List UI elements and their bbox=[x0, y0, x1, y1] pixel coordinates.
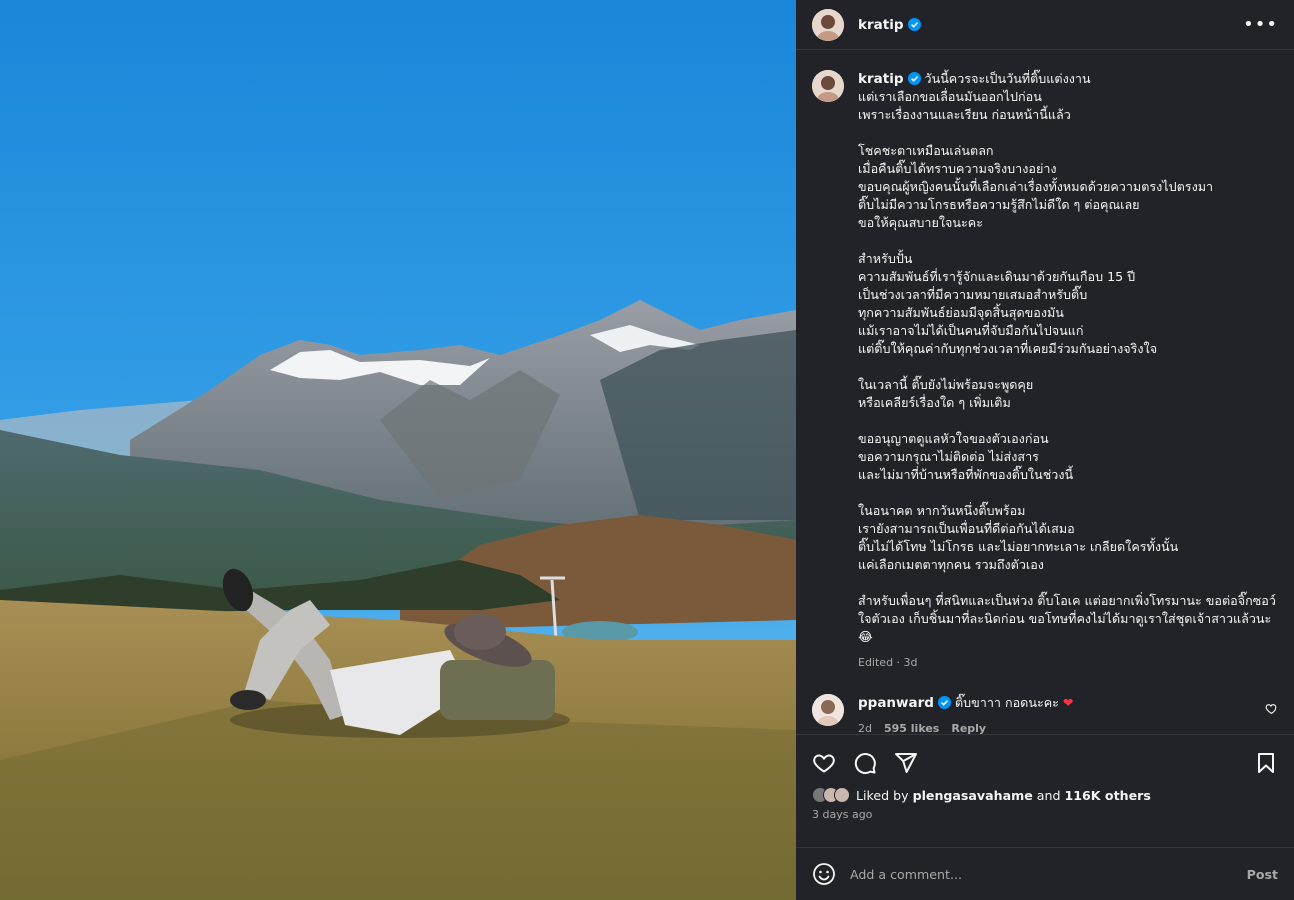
heart-icon[interactable] bbox=[812, 751, 836, 775]
comments-scroll-area[interactable]: kratip วันนี้ควรจะเป็นวันที่ติ๊บแต่งงาน … bbox=[796, 50, 1294, 734]
red-heart-emoji-icon: ❤ bbox=[1062, 695, 1074, 710]
comment-age: 2d bbox=[858, 722, 872, 734]
bookmark-icon[interactable] bbox=[1254, 751, 1278, 775]
verified-badge-icon bbox=[907, 72, 921, 85]
likes-middle: and bbox=[1036, 787, 1061, 803]
post-side-panel: kratip ••• kratip วันนี้ควรจะเป็นวันที่ต… bbox=[796, 0, 1294, 900]
likes-summary: Liked by plengasavahame and 116K others bbox=[812, 787, 1278, 803]
comment-meta: 2d 595 likes Reply bbox=[858, 720, 1073, 734]
emoji-icon[interactable] bbox=[812, 862, 836, 886]
comment-composer: Post bbox=[796, 847, 1294, 900]
author-avatar[interactable] bbox=[812, 8, 844, 41]
post-photo[interactable] bbox=[0, 0, 796, 900]
photo-landscape-graphic bbox=[0, 0, 796, 900]
caption-username[interactable]: kratip bbox=[858, 71, 904, 87]
more-options-icon[interactable]: ••• bbox=[1243, 14, 1278, 35]
caption-item: kratip วันนี้ควรจะเป็นวันที่ติ๊บแต่งงาน … bbox=[812, 70, 1278, 672]
liker-avatar bbox=[834, 787, 850, 803]
commenter-avatar[interactable] bbox=[812, 694, 844, 726]
instagram-post-view: kratip ••• kratip วันนี้ควรจะเป็นวันที่ต… bbox=[0, 0, 1294, 900]
comment-reply-button[interactable]: Reply bbox=[951, 720, 986, 734]
post-timestamp[interactable]: 3 days ago bbox=[812, 808, 1278, 821]
commenter-username[interactable]: ppanward bbox=[858, 695, 934, 711]
comment-like-heart-icon[interactable] bbox=[1265, 702, 1278, 715]
caption-content: วันนี้ควรจะเป็นวันที่ติ๊บแต่งงาน แต่เราเ… bbox=[858, 71, 1276, 644]
verified-badge-icon bbox=[907, 18, 921, 31]
caption-edited-time: Edited · 3d bbox=[858, 656, 918, 669]
caption-body: kratip วันนี้ควรจะเป็นวันที่ติ๊บแต่งงาน … bbox=[858, 70, 1278, 672]
likes-others-link[interactable]: 116K others bbox=[1065, 788, 1151, 803]
author-username[interactable]: kratip bbox=[858, 17, 904, 33]
comment-icon[interactable] bbox=[853, 751, 877, 775]
liker-avatars bbox=[812, 787, 850, 803]
post-header: kratip ••• bbox=[796, 0, 1294, 50]
post-actions-area: Liked by plengasavahame and 116K others … bbox=[796, 734, 1294, 847]
caption-text: kratip วันนี้ควรจะเป็นวันที่ติ๊บแต่งงาน … bbox=[858, 70, 1278, 646]
comment-likes-link[interactable]: 595 likes bbox=[884, 720, 939, 734]
post-comment-button[interactable]: Post bbox=[1247, 867, 1278, 882]
comment-input[interactable] bbox=[850, 866, 1247, 882]
likes-prefix: Liked by bbox=[856, 787, 909, 803]
comment-body: ppanward ติ๊บขาาา กอดนะคะ ❤ 2d 595 likes… bbox=[858, 694, 1073, 734]
comment-item: ppanward ติ๊บขาาา กอดนะคะ ❤ 2d 595 likes… bbox=[812, 694, 1278, 734]
share-icon[interactable] bbox=[894, 751, 918, 775]
action-bar bbox=[812, 743, 1278, 783]
comment-text: ติ๊บขาาา กอดนะคะ bbox=[954, 695, 1059, 710]
caption-author-avatar[interactable] bbox=[812, 70, 844, 102]
liker-username[interactable]: plengasavahame bbox=[913, 788, 1033, 803]
verified-badge-icon bbox=[937, 696, 951, 709]
